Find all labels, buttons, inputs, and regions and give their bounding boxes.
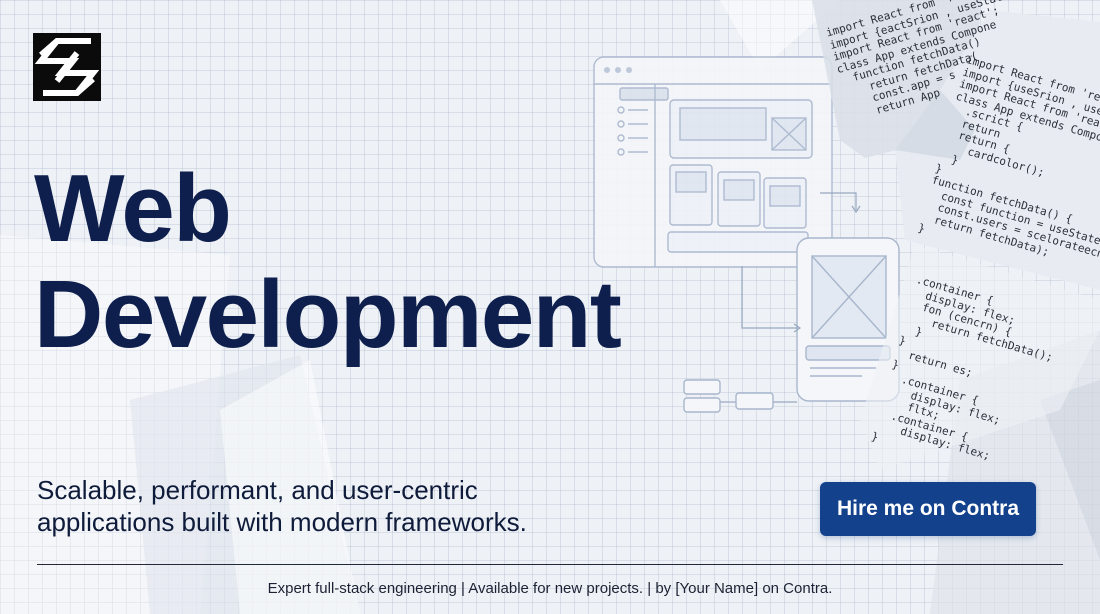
title-line-1: Web [34,155,232,262]
lightning-arrows-logo [33,33,101,101]
page-title: Web Development [34,155,622,368]
tagline-line-2: applications built with modern framework… [37,507,527,537]
footer-text: Expert full-stack engineering | Availabl… [267,580,833,597]
flow-nodes [683,379,774,413]
divider [37,564,1063,565]
wireframe-browser [593,56,833,268]
tagline: Scalable, performant, and user-centric a… [37,474,527,538]
hire-me-button[interactable]: Hire me on Contra [820,482,1036,536]
tagline-line-1: Scalable, performant, and user-centric [37,475,478,505]
title-line-2: Development [34,260,622,368]
